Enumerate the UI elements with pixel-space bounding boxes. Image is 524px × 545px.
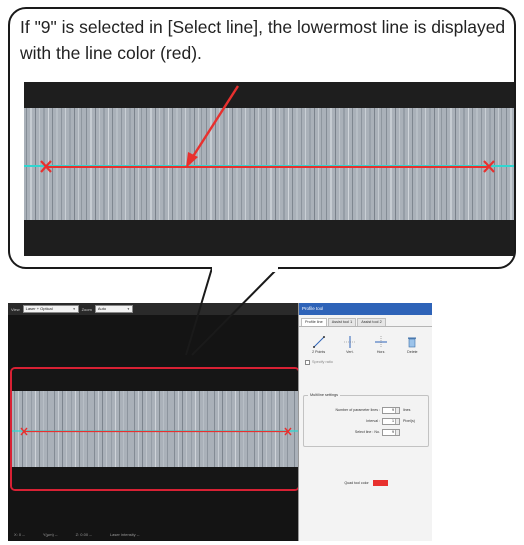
delete-button[interactable]: Delete bbox=[400, 335, 424, 357]
callout-text: If "9" is selected in [Select line], the… bbox=[20, 17, 506, 63]
chevron-down-icon: ▼ bbox=[126, 307, 130, 311]
specify-ratio-checkbox[interactable] bbox=[305, 359, 310, 365]
select-line-stepper[interactable]: 9 bbox=[382, 428, 400, 436]
zoom-select[interactable]: Auto ▼ bbox=[94, 305, 133, 313]
zoomed-sample-svg bbox=[24, 82, 514, 256]
sample-surface bbox=[24, 108, 514, 220]
specify-ratio-row[interactable]: Specify ratio bbox=[299, 357, 432, 367]
view-select-value: Laser + Optical bbox=[25, 306, 53, 311]
quad-tool-color-label: Quad tool color bbox=[344, 481, 369, 485]
horizontal-button[interactable]: Horz. bbox=[369, 335, 393, 357]
tab-assist-tool-1[interactable]: Assist tool 1 bbox=[327, 318, 357, 326]
vertical-line-icon bbox=[343, 336, 356, 348]
panel-title: Profile tool bbox=[299, 303, 432, 315]
status-laser-intensity: Laser intensity -- bbox=[109, 531, 140, 537]
callout-tail-gap bbox=[212, 266, 278, 272]
interval-row: Interval : 1 Pixel(s) bbox=[304, 417, 430, 425]
select-line-row: Select line : No. 9 bbox=[304, 428, 430, 436]
profile-tool-buttons: 2 Points Vert. Horz. Delete bbox=[299, 327, 432, 357]
profile-tool-panel: Profile tool Profile line Assist tool 1 … bbox=[298, 303, 432, 541]
stepper-arrows-icon[interactable] bbox=[395, 418, 399, 424]
horizontal-line-icon bbox=[375, 336, 388, 348]
stepper-arrows-icon[interactable] bbox=[395, 407, 399, 413]
delete-label: Delete bbox=[407, 350, 418, 354]
view-label: View bbox=[11, 306, 20, 312]
viewer-sample-surface bbox=[12, 391, 298, 467]
multiline-settings-title: Multiline settings bbox=[308, 393, 341, 397]
view-select[interactable]: Laser + Optical ▼ bbox=[22, 305, 79, 313]
vertical-label: Vert. bbox=[346, 350, 354, 354]
analyzer-window: View Laser + Optical ▼ Zoom Auto ▼ X: 0 … bbox=[8, 303, 432, 541]
select-line-value: 9 bbox=[392, 429, 394, 434]
zoom-label: Zoom bbox=[81, 306, 92, 312]
specify-ratio-label: Specify ratio bbox=[312, 360, 333, 364]
viewer-status-bar: X: 0 -- Y(µm) -- Z: 0.00 -- Laser intens… bbox=[8, 527, 298, 541]
select-line-label: Select line : No. bbox=[354, 430, 380, 434]
tab-profile-line[interactable]: Profile line bbox=[301, 318, 327, 326]
interval-label: Interval : bbox=[366, 419, 380, 423]
quad-tool-color-row: Quad tool color bbox=[299, 479, 432, 487]
status-z: Z: 0.00 -- bbox=[75, 531, 92, 537]
chevron-down-icon: ▼ bbox=[72, 307, 76, 311]
parameter-lines-value: 9 bbox=[392, 407, 394, 412]
interval-value: 1 bbox=[392, 418, 394, 423]
two-points-label: 2 Points bbox=[312, 350, 326, 354]
two-points-button[interactable]: 2 Points bbox=[307, 335, 331, 357]
vertical-button[interactable]: Vert. bbox=[338, 335, 362, 357]
interval-stepper[interactable]: 1 bbox=[382, 417, 400, 425]
zoomed-profile-image bbox=[24, 82, 514, 256]
horizontal-label: Horz. bbox=[376, 350, 386, 354]
parameter-lines-label: Number of parameter lines : bbox=[335, 408, 380, 412]
parameter-lines-unit: lines bbox=[403, 408, 411, 412]
viewer-image-highlight[interactable] bbox=[10, 367, 300, 491]
zoom-select-value: Auto bbox=[97, 306, 107, 311]
tab-assist-tool-2[interactable]: Assist tool 2 bbox=[357, 318, 386, 326]
diagonal-line-icon bbox=[312, 336, 325, 348]
viewer-sample-svg bbox=[12, 369, 298, 489]
multiline-settings-group: Multiline settings Number of parameter l… bbox=[303, 393, 430, 447]
stepper-arrows-icon[interactable] bbox=[395, 429, 399, 435]
parameter-lines-stepper[interactable]: 9 bbox=[382, 406, 400, 414]
quad-tool-color-swatch[interactable] bbox=[372, 480, 388, 486]
viewer-toolbar: View Laser + Optical ▼ Zoom Auto ▼ bbox=[8, 303, 298, 315]
status-x: X: 0 -- bbox=[14, 531, 25, 537]
interval-unit: Pixel(s) bbox=[403, 419, 415, 423]
status-y: Y(µm) -- bbox=[42, 531, 58, 537]
panel-tabs: Profile line Assist tool 1 Assist tool 2 bbox=[299, 315, 432, 327]
trash-icon bbox=[408, 337, 417, 348]
parameter-lines-row: Number of parameter lines : 9 lines bbox=[304, 406, 430, 414]
